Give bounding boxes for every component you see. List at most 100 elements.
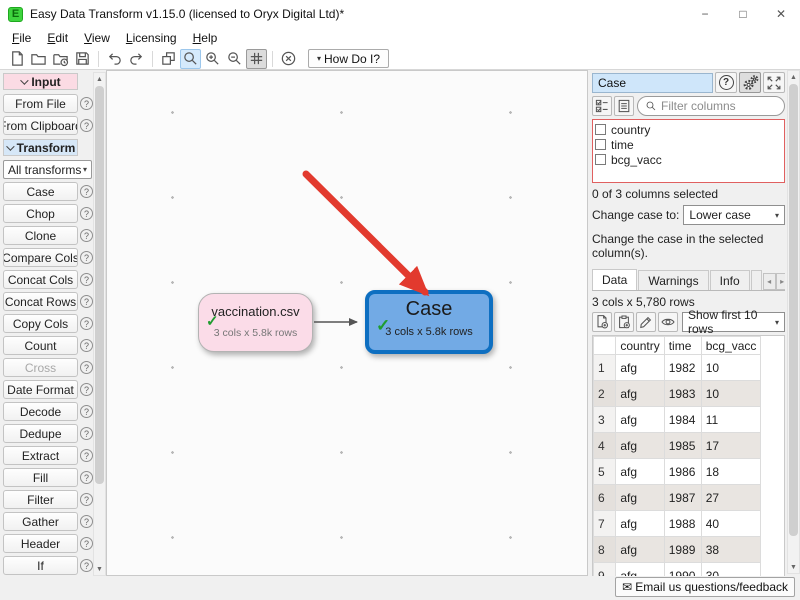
menu-file[interactable]: File: [4, 29, 39, 47]
sidebar-item-dedupe[interactable]: Dedupe: [3, 424, 78, 443]
copy-to-clipboard-icon[interactable]: [614, 312, 634, 332]
maximize-button[interactable]: □: [724, 0, 762, 28]
copy-to-file-icon[interactable]: [592, 312, 612, 332]
close-button[interactable]: ✕: [762, 0, 800, 28]
help-icon[interactable]: [80, 559, 93, 572]
sidebar-item-extract[interactable]: Extract: [3, 446, 78, 465]
help-icon[interactable]: ?: [715, 72, 737, 93]
scroll-down-icon[interactable]: ▼: [788, 561, 799, 573]
column-option-country[interactable]: country: [595, 122, 784, 137]
column-header-bcg_vacc[interactable]: bcg_vacc: [701, 337, 761, 355]
redo-icon[interactable]: [126, 49, 147, 69]
minimize-button[interactable]: −: [686, 0, 724, 28]
sidebar-item-fill[interactable]: Fill: [3, 468, 78, 487]
tab-info[interactable]: Info: [710, 270, 750, 290]
sidebar-item-concat-cols[interactable]: Concat Cols: [3, 270, 78, 289]
find-icon[interactable]: [180, 49, 201, 69]
help-icon[interactable]: [80, 515, 93, 528]
scrollbar-thumb[interactable]: [789, 84, 798, 536]
transform-node-case[interactable]: ✓ Case 3 cols x 5.8k rows: [365, 290, 493, 354]
help-icon[interactable]: [80, 273, 93, 286]
zoom-in-icon[interactable]: [202, 49, 223, 69]
sidebar-item-decode[interactable]: Decode: [3, 402, 78, 421]
checkbox-country[interactable]: [595, 124, 606, 135]
zoom-out-icon[interactable]: [224, 49, 245, 69]
recent-files-icon[interactable]: [50, 49, 71, 69]
transform-filter-dropdown[interactable]: All transforms ▾: [3, 160, 92, 179]
tab-scroll-left-icon[interactable]: ◂: [763, 273, 776, 290]
new-file-icon[interactable]: [6, 49, 27, 69]
grid-snap-icon[interactable]: [246, 49, 267, 69]
sidebar-item-from-clipboard[interactable]: From Clipboard: [3, 116, 78, 135]
help-icon[interactable]: [80, 119, 93, 132]
panel-scrollbar[interactable]: ▲ ▼: [787, 70, 800, 574]
flow-canvas[interactable]: ✓ vaccination.csv 3 cols x 5.8k rows ✓ C…: [106, 70, 588, 576]
source-node-vaccination[interactable]: ✓ vaccination.csv 3 cols x 5.8k rows: [198, 293, 313, 352]
sidebar-item-case[interactable]: Case: [3, 182, 78, 201]
help-icon[interactable]: [80, 405, 93, 418]
checkbox-bcg_vacc[interactable]: [595, 154, 606, 165]
help-icon[interactable]: [80, 493, 93, 506]
select-all-columns-icon[interactable]: [592, 96, 612, 116]
help-icon[interactable]: [80, 427, 93, 440]
tab-scroll-right-icon[interactable]: ▸: [776, 273, 785, 290]
sidebar-item-gather[interactable]: Gather: [3, 512, 78, 531]
menu-help[interactable]: Help: [185, 29, 226, 47]
help-icon[interactable]: [80, 361, 93, 374]
column-header-time[interactable]: time: [664, 337, 701, 355]
node-name-field[interactable]: Case: [592, 73, 713, 93]
edit-pencil-icon[interactable]: [636, 312, 656, 332]
checkbox-time[interactable]: [595, 139, 606, 150]
settings-gears-icon[interactable]: [739, 72, 761, 93]
column-header-country[interactable]: country: [616, 337, 664, 355]
help-icon[interactable]: [80, 383, 93, 396]
help-icon[interactable]: [80, 251, 93, 264]
help-icon[interactable]: [80, 295, 93, 308]
sidebar-item-copy-cols[interactable]: Copy Cols: [3, 314, 78, 333]
sidebar-item-compare-cols[interactable]: Compare Cols: [3, 248, 78, 267]
column-option-time[interactable]: time: [595, 137, 784, 152]
help-icon[interactable]: [80, 537, 93, 550]
scrollbar-thumb[interactable]: [95, 86, 104, 484]
menu-edit[interactable]: Edit: [39, 29, 76, 47]
email-feedback-button[interactable]: ✉ Email us questions/feedback: [615, 577, 795, 597]
open-folder-icon[interactable]: [28, 49, 49, 69]
sidebar-item-clone[interactable]: Clone: [3, 226, 78, 245]
how-do-i-button[interactable]: ▾ How Do I?: [308, 49, 389, 68]
sidebar-item-header[interactable]: Header: [3, 534, 78, 553]
sidebar-item-chop[interactable]: Chop: [3, 204, 78, 223]
tab-data[interactable]: Data: [592, 269, 637, 291]
menu-view[interactable]: View: [76, 29, 118, 47]
help-icon[interactable]: [80, 229, 93, 242]
change-case-dropdown[interactable]: Lower case ▾: [683, 205, 785, 225]
sidebar-item-date-format[interactable]: Date Format: [3, 380, 78, 399]
expand-panel-icon[interactable]: [763, 72, 785, 93]
scroll-up-icon[interactable]: ▲: [788, 71, 799, 83]
list-view-icon[interactable]: [614, 96, 634, 116]
tab-warnings[interactable]: Warnings: [638, 270, 708, 290]
scroll-down-icon[interactable]: ▼: [94, 563, 105, 575]
input-section-header[interactable]: Input: [3, 73, 78, 90]
help-icon[interactable]: [80, 471, 93, 484]
save-icon[interactable]: [72, 49, 93, 69]
sidebar-item-if[interactable]: If: [3, 556, 78, 575]
duplicate-icon[interactable]: [158, 49, 179, 69]
help-icon[interactable]: [80, 339, 93, 352]
sidebar-scrollbar[interactable]: ▲ ▼: [93, 72, 106, 576]
tab-com[interactable]: Com: [751, 270, 762, 290]
sidebar-item-concat-rows[interactable]: Concat Rows: [3, 292, 78, 311]
help-icon[interactable]: [80, 449, 93, 462]
help-icon[interactable]: [80, 185, 93, 198]
transform-section-header[interactable]: Transform: [3, 139, 78, 156]
sidebar-item-count[interactable]: Count: [3, 336, 78, 355]
sidebar-item-filter[interactable]: Filter: [3, 490, 78, 509]
filter-columns-input[interactable]: [661, 99, 777, 113]
help-icon[interactable]: [80, 97, 93, 110]
menu-licensing[interactable]: Licensing: [118, 29, 185, 47]
cancel-icon[interactable]: [278, 49, 299, 69]
view-eye-icon[interactable]: [658, 312, 678, 332]
scroll-up-icon[interactable]: ▲: [94, 73, 105, 85]
help-icon[interactable]: [80, 207, 93, 220]
column-option-bcg_vacc[interactable]: bcg_vacc: [595, 152, 784, 167]
undo-icon[interactable]: [104, 49, 125, 69]
